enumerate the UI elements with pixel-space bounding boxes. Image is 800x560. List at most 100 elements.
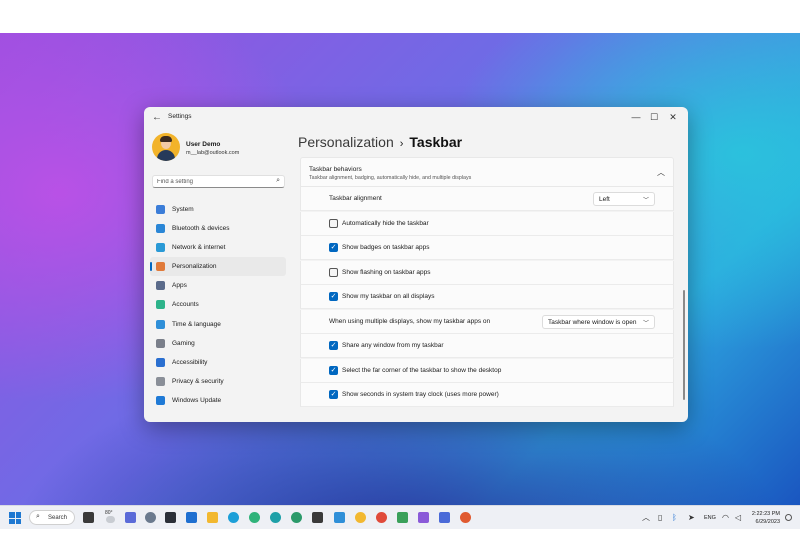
clipchamp-icon[interactable] <box>439 512 450 523</box>
dropdown-value: Left <box>599 196 610 203</box>
chevron-down-icon: ﹀ <box>642 320 649 327</box>
taskbar: ⌕ Search 80° ︿ ▯ ᛒ ➤ ENG ◠ ◁ 2:22:23 PM … <box>0 505 800 529</box>
photos-icon[interactable] <box>312 512 323 523</box>
sidebar-item-label: Privacy & security <box>172 377 224 385</box>
scrollbar[interactable] <box>683 290 685 400</box>
section-title: Taskbar behaviors <box>309 166 362 173</box>
apps-icon <box>156 281 165 291</box>
row-label: Automatically hide the taskbar <box>342 219 429 227</box>
clock-time[interactable]: 2:22:23 PM <box>752 511 780 517</box>
avatar-body-shape <box>157 150 175 161</box>
sidebar-item-accounts[interactable]: Accounts <box>150 295 286 314</box>
gamepad-icon <box>156 338 165 348</box>
minimize-button[interactable]: — <box>628 110 644 124</box>
edge-icon[interactable] <box>228 512 239 523</box>
monitor-icon <box>156 205 165 214</box>
sidebar-item-label: System <box>172 206 194 213</box>
file-explorer-icon[interactable] <box>207 512 218 523</box>
sidebar-item-label: Accounts <box>172 301 199 309</box>
breadcrumb: Personalization › Taskbar <box>298 134 462 150</box>
store-icon[interactable] <box>397 512 408 523</box>
cloud-icon[interactable] <box>106 516 115 523</box>
chevron-up-icon[interactable]: ︿ <box>642 513 650 523</box>
sidebar-item-network-internet[interactable]: Network & internet <box>150 238 286 257</box>
clock-date[interactable]: 6/29/2023 <box>756 519 780 525</box>
seconds-clock-checkbox[interactable]: ✓ <box>329 390 338 399</box>
flashing-checkbox[interactable] <box>329 267 338 277</box>
sidebar-item-label: Network & internet <box>172 244 226 252</box>
row-badges: ✓ Show badges on taskbar apps <box>300 236 674 260</box>
terminal-icon[interactable] <box>165 512 176 523</box>
chevron-down-icon: ﹀ <box>642 198 649 204</box>
edge-beta-icon[interactable] <box>249 512 260 523</box>
notification-bell-icon[interactable] <box>785 514 792 521</box>
usb-icon[interactable]: ▯ <box>658 513 662 523</box>
search-box[interactable]: ⌕ <box>152 175 285 188</box>
sidebar-item-time-language[interactable]: Time & language <box>150 315 286 334</box>
taskbar-alignment-dropdown[interactable]: Left ﹀ <box>593 192 655 206</box>
wifi-icon <box>156 243 165 253</box>
designer-icon[interactable] <box>418 512 429 523</box>
far-corner-checkbox[interactable]: ✓ <box>329 365 338 375</box>
badges-checkbox[interactable]: ✓ <box>329 243 338 252</box>
all-displays-checkbox[interactable]: ✓ <box>329 292 338 301</box>
row-label: Show flashing on taskbar apps <box>342 268 431 276</box>
sidebar-item-bluetooth-devices[interactable]: Bluetooth & devices <box>150 219 286 238</box>
edge-canary-icon[interactable] <box>291 512 302 523</box>
sidebar-item-personalization[interactable]: Personalization <box>150 257 286 277</box>
maximize-button[interactable]: ☐ <box>646 110 662 124</box>
row-far-corner: ✓ Select the far corner of the taskbar t… <box>300 358 674 383</box>
chrome-canary-icon[interactable] <box>355 512 366 523</box>
settings-gear-icon[interactable] <box>145 512 156 523</box>
breadcrumb-separator: › <box>399 138 404 150</box>
search-icon[interactable]: ⌕ <box>276 177 280 185</box>
chrome-icon[interactable] <box>376 512 387 523</box>
taskbar-search-button[interactable]: ⌕ Search <box>29 510 75 525</box>
settings-window: ← Settings — ☐ ✕ User Demo m__lab@outloo… <box>144 107 688 422</box>
taskbar-behaviors-panel: Taskbar behaviors Taskbar alignment, bad… <box>300 157 674 422</box>
sidebar-item-accessibility[interactable]: Accessibility <box>150 353 286 372</box>
row-label: Select the far corner of the taskbar to … <box>342 366 502 374</box>
search-input[interactable] <box>157 178 267 186</box>
close-button[interactable]: ✕ <box>665 110 681 124</box>
volume-icon[interactable]: ◁ <box>735 513 741 523</box>
avatar[interactable] <box>152 133 180 161</box>
row-flashing: Show flashing on taskbar apps <box>300 260 674 285</box>
wifi-icon[interactable]: ◠ <box>722 513 729 523</box>
edge-dev-icon[interactable] <box>270 512 281 523</box>
sidebar-item-system[interactable]: System <box>150 200 286 219</box>
sidebar-item-label: Time & language <box>172 320 221 328</box>
row-label: Show my taskbar on all displays <box>342 293 435 300</box>
sidebar-item-privacy-security[interactable]: Privacy & security <box>150 372 286 391</box>
notepad-icon[interactable] <box>334 512 345 523</box>
section-description: Taskbar alignment, badging, automaticall… <box>309 175 472 181</box>
teams-icon[interactable] <box>125 512 136 523</box>
page-title: Taskbar <box>409 134 463 150</box>
app-title: Settings <box>168 113 192 120</box>
bluetooth-icon <box>156 224 165 234</box>
share-window-checkbox[interactable]: ✓ <box>329 341 338 350</box>
taskbar-search-label: Search <box>48 515 68 521</box>
sidebar-item-apps[interactable]: Apps <box>150 276 286 295</box>
sidebar-item-label: Accessibility <box>172 358 208 366</box>
breadcrumb-parent[interactable]: Personalization <box>298 134 394 150</box>
multi-display-dropdown[interactable]: Taskbar where window is open ﹀ <box>542 314 655 329</box>
section-header-taskbar-behaviors[interactable]: Taskbar behaviors Taskbar alignment, bad… <box>300 157 674 187</box>
shield-icon <box>156 376 165 386</box>
auto-hide-checkbox[interactable] <box>329 218 338 228</box>
dropdown-value: Taskbar where window is open <box>548 318 637 326</box>
send-icon[interactable]: ➤ <box>688 513 695 523</box>
task-view-icon[interactable] <box>83 512 94 523</box>
chevron-up-icon[interactable]: ︿ <box>657 167 665 178</box>
duckduckgo-icon[interactable] <box>460 512 471 523</box>
avatar-hair-shape <box>160 136 172 142</box>
bluetooth-icon[interactable]: ᛒ <box>672 513 677 523</box>
input-language[interactable]: ENG <box>704 515 716 521</box>
windows-start-icon[interactable] <box>9 512 21 524</box>
sidebar-item-windows-update[interactable]: Windows Update <box>150 391 286 410</box>
sidebar-item-label: Bluetooth & devices <box>172 225 230 233</box>
back-arrow-icon[interactable]: ← <box>150 111 164 125</box>
row-auto-hide: Automatically hide the taskbar <box>300 211 674 236</box>
sidebar-item-gaming[interactable]: Gaming <box>150 334 286 353</box>
mail-icon[interactable] <box>186 512 197 523</box>
